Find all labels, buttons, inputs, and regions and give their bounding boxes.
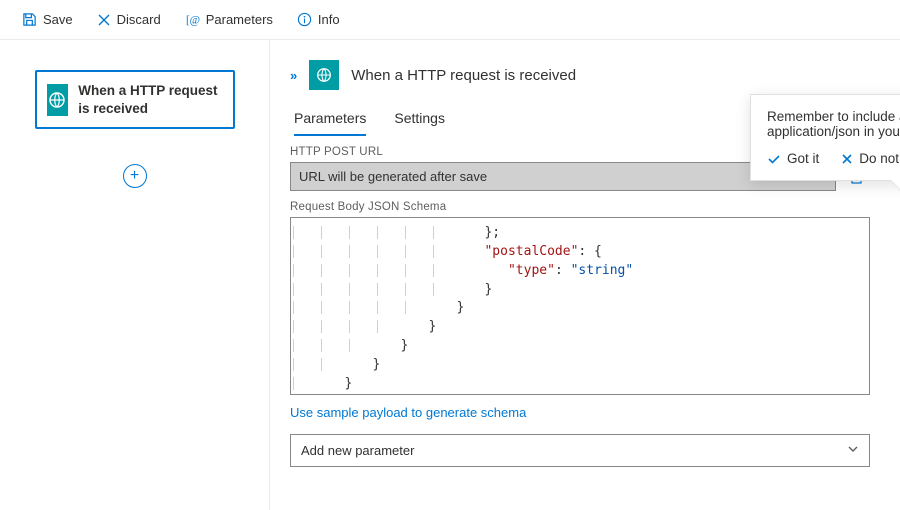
dont-show-button[interactable]: Do not show again: [841, 151, 900, 166]
designer-canvas: When a HTTP request is received +: [0, 40, 270, 510]
tab-parameters[interactable]: Parameters: [294, 102, 366, 136]
check-icon: [767, 152, 781, 166]
details-panel: » When a HTTP request is received Parame…: [270, 40, 900, 510]
plus-icon: +: [130, 167, 139, 185]
chevron-down-icon: [847, 443, 859, 458]
add-parameter-dropdown[interactable]: Add new parameter: [290, 434, 870, 467]
sample-payload-link[interactable]: Use sample payload to generate schema: [290, 405, 526, 420]
trigger-card[interactable]: When a HTTP request is received: [35, 70, 235, 129]
http-request-icon: [309, 60, 339, 90]
trigger-title: When a HTTP request is received: [78, 82, 222, 117]
callout-actions: Got it Do not show again: [767, 151, 900, 166]
schema-label: Request Body JSON Schema: [290, 201, 870, 213]
info-label: Info: [318, 12, 340, 27]
save-icon: [22, 12, 37, 27]
info-button[interactable]: Info: [287, 6, 350, 33]
save-label: Save: [43, 12, 73, 27]
got-it-button[interactable]: Got it: [767, 151, 819, 166]
parameters-label: Parameters: [206, 12, 273, 27]
http-request-icon: [47, 84, 69, 116]
parameters-button[interactable]: [@] Parameters: [175, 6, 283, 33]
callout-text: Remember to include a Content-Type heade…: [767, 109, 900, 139]
info-icon: [297, 12, 312, 27]
panel-title: When a HTTP request is received: [351, 67, 576, 84]
close-icon: [841, 153, 853, 165]
discard-label: Discard: [117, 12, 161, 27]
svg-text:[@]: [@]: [186, 14, 200, 26]
info-callout: Remember to include a Content-Type heade…: [750, 94, 900, 181]
add-parameter-label: Add new parameter: [301, 443, 414, 458]
toolbar: Save Discard [@] Parameters Info: [0, 0, 900, 40]
tab-settings[interactable]: Settings: [394, 102, 445, 136]
panel-header: » When a HTTP request is received: [290, 60, 870, 90]
collapse-icon[interactable]: »: [290, 68, 297, 83]
dont-show-label: Do not show again: [859, 151, 900, 166]
schema-editor[interactable]: }; "postalCode": { "type": "string" } } …: [290, 217, 870, 395]
save-button[interactable]: Save: [12, 6, 83, 33]
discard-button[interactable]: Discard: [87, 6, 171, 33]
got-it-label: Got it: [787, 151, 819, 166]
main: When a HTTP request is received + » When…: [0, 40, 900, 510]
close-icon: [97, 13, 111, 27]
add-step-button[interactable]: +: [123, 164, 147, 188]
schema-content: }; "postalCode": { "type": "string" } } …: [293, 224, 867, 395]
parameters-icon: [@]: [185, 12, 200, 27]
